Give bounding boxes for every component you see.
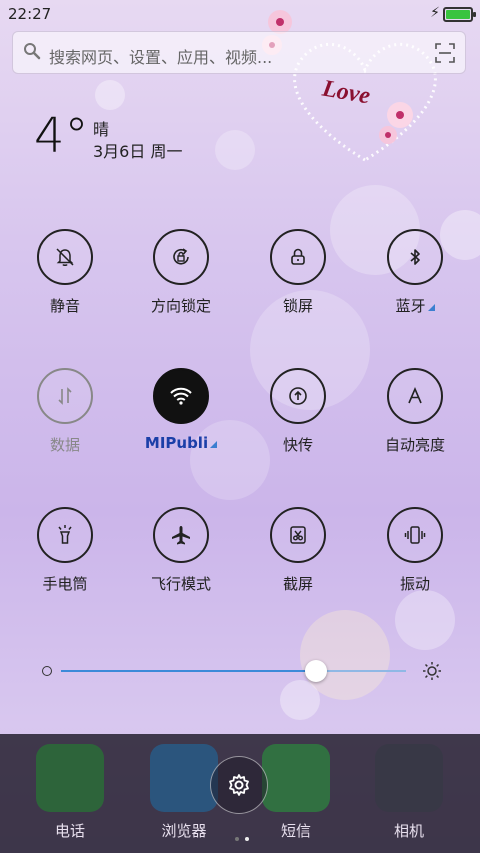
status-time: 22:27 bbox=[8, 5, 52, 23]
weather-condition: 晴 bbox=[93, 120, 110, 139]
toggle-flashlight[interactable]: 手电筒 bbox=[10, 507, 120, 617]
lock-icon bbox=[291, 248, 305, 265]
status-bar: 22:27 ⚡ bbox=[0, 0, 480, 28]
toggle-mobile-data-label: 数据 bbox=[49, 436, 80, 454]
toggle-mute-label: 静音 bbox=[49, 297, 80, 315]
toggle-rotation-lock[interactable]: 方向锁定 bbox=[126, 229, 236, 339]
camera-icon[interactable] bbox=[375, 744, 443, 812]
toggle-auto-brightness-button[interactable] bbox=[387, 368, 443, 424]
toggle-airplane-mode[interactable]: 飞行模式 bbox=[126, 507, 236, 617]
bluetooth-icon bbox=[410, 249, 420, 265]
background-bokeh bbox=[95, 80, 125, 110]
toggle-rotation-lock-button[interactable] bbox=[153, 229, 209, 285]
browser-icon[interactable] bbox=[150, 744, 218, 812]
dock-app-phone[interactable]: 电话 bbox=[30, 744, 110, 841]
toggle-wifi[interactable]: MIPubli bbox=[126, 368, 236, 478]
toggle-lock-screen-button[interactable] bbox=[270, 229, 326, 285]
mobile-data-icon bbox=[58, 387, 72, 405]
brightness-slider[interactable] bbox=[40, 657, 450, 685]
bell-off-icon bbox=[56, 248, 74, 266]
toggle-screenshot-label: 截屏 bbox=[282, 575, 313, 593]
toggle-bluetooth-button[interactable] bbox=[387, 229, 443, 285]
toggle-airplane-mode-label: 飞行模式 bbox=[150, 575, 211, 593]
weather-temperature: 4° bbox=[34, 108, 89, 164]
toggle-mobile-data[interactable]: 数据 bbox=[10, 368, 120, 478]
brightness-track[interactable] bbox=[61, 660, 406, 682]
brightness-high-icon bbox=[423, 662, 441, 680]
background-bokeh bbox=[280, 680, 320, 720]
heart-love-text: Love bbox=[319, 75, 372, 109]
vibrate-icon bbox=[404, 526, 426, 544]
weather-date: 3月6日 周一 bbox=[93, 142, 183, 161]
dock-app-label: 电话 bbox=[54, 822, 85, 840]
battery-icon bbox=[443, 7, 476, 22]
dock-app-label: 短信 bbox=[280, 822, 311, 840]
toggle-quick-transfer-label: 快传 bbox=[282, 436, 313, 454]
settings-button[interactable] bbox=[210, 756, 268, 814]
toggle-screenshot-button[interactable] bbox=[270, 507, 326, 563]
toggle-bluetooth-text: 蓝牙 bbox=[395, 297, 426, 315]
toggle-bluetooth-label: 蓝牙 bbox=[360, 295, 470, 316]
toggle-quick-transfer[interactable]: 快传 bbox=[243, 368, 353, 478]
flashlight-icon bbox=[58, 525, 72, 544]
wifi-icon bbox=[170, 387, 192, 405]
dock-app-label: 浏览器 bbox=[161, 822, 207, 840]
battery-fill bbox=[446, 10, 470, 19]
toggle-wifi-text: MIPubli bbox=[144, 434, 209, 452]
charging-icon: ⚡ bbox=[430, 5, 440, 21]
toggle-bluetooth[interactable]: 蓝牙 bbox=[360, 229, 470, 339]
toggle-quick-transfer-button[interactable] bbox=[270, 368, 326, 424]
brightness-knob[interactable] bbox=[305, 660, 328, 682]
scan-icon[interactable] bbox=[435, 43, 455, 63]
upload-transfer-icon bbox=[289, 387, 307, 405]
toggle-mute-button[interactable] bbox=[37, 229, 93, 285]
page-dot bbox=[235, 837, 239, 841]
background-bokeh bbox=[215, 130, 255, 170]
toggle-flashlight-button[interactable] bbox=[37, 507, 93, 563]
search-bar[interactable]: 搜索网页、设置、应用、视频... bbox=[12, 31, 466, 74]
phone-icon[interactable] bbox=[36, 744, 104, 812]
dock-app-label: 相机 bbox=[393, 822, 424, 840]
toggle-auto-brightness-label: 自动亮度 bbox=[384, 436, 445, 454]
toggle-wifi-label: MIPubli bbox=[126, 434, 236, 452]
toggle-lock-screen[interactable]: 锁屏 bbox=[243, 229, 353, 339]
toggle-auto-brightness[interactable]: 自动亮度 bbox=[360, 368, 470, 478]
submenu-indicator-icon[interactable] bbox=[427, 304, 435, 311]
rotation-lock-icon bbox=[173, 248, 189, 265]
page-dot-active bbox=[245, 837, 249, 841]
dock-app-camera[interactable]: 相机 bbox=[369, 744, 449, 841]
toggle-lock-screen-label: 锁屏 bbox=[282, 297, 313, 315]
toggle-vibrate-button[interactable] bbox=[387, 507, 443, 563]
toggle-vibrate[interactable]: 振动 bbox=[360, 507, 470, 617]
submenu-indicator-icon[interactable] bbox=[210, 441, 218, 448]
brightness-low-icon bbox=[42, 666, 52, 676]
auto-brightness-icon bbox=[408, 386, 422, 404]
gear-icon bbox=[229, 774, 249, 796]
toggle-flashlight-label: 手电筒 bbox=[42, 575, 88, 593]
toggle-screenshot[interactable]: 截屏 bbox=[243, 507, 353, 617]
toggle-vibrate-label: 振动 bbox=[399, 575, 430, 593]
toggle-airplane-mode-button[interactable] bbox=[153, 507, 209, 563]
dock-app-messages[interactable]: 短信 bbox=[256, 744, 336, 841]
screenshot-icon bbox=[290, 526, 306, 544]
toggle-rotation-lock-label: 方向锁定 bbox=[150, 297, 211, 315]
brightness-fill bbox=[61, 670, 317, 672]
messages-icon[interactable] bbox=[262, 744, 330, 812]
search-placeholder: 搜索网页、设置、应用、视频... bbox=[49, 48, 273, 67]
airplane-icon bbox=[172, 526, 190, 545]
toggle-wifi-button[interactable] bbox=[153, 368, 209, 424]
toggle-mobile-data-button[interactable] bbox=[37, 368, 93, 424]
search-icon bbox=[24, 43, 41, 60]
page-indicator bbox=[232, 826, 252, 845]
toggle-mute[interactable]: 静音 bbox=[10, 229, 120, 339]
